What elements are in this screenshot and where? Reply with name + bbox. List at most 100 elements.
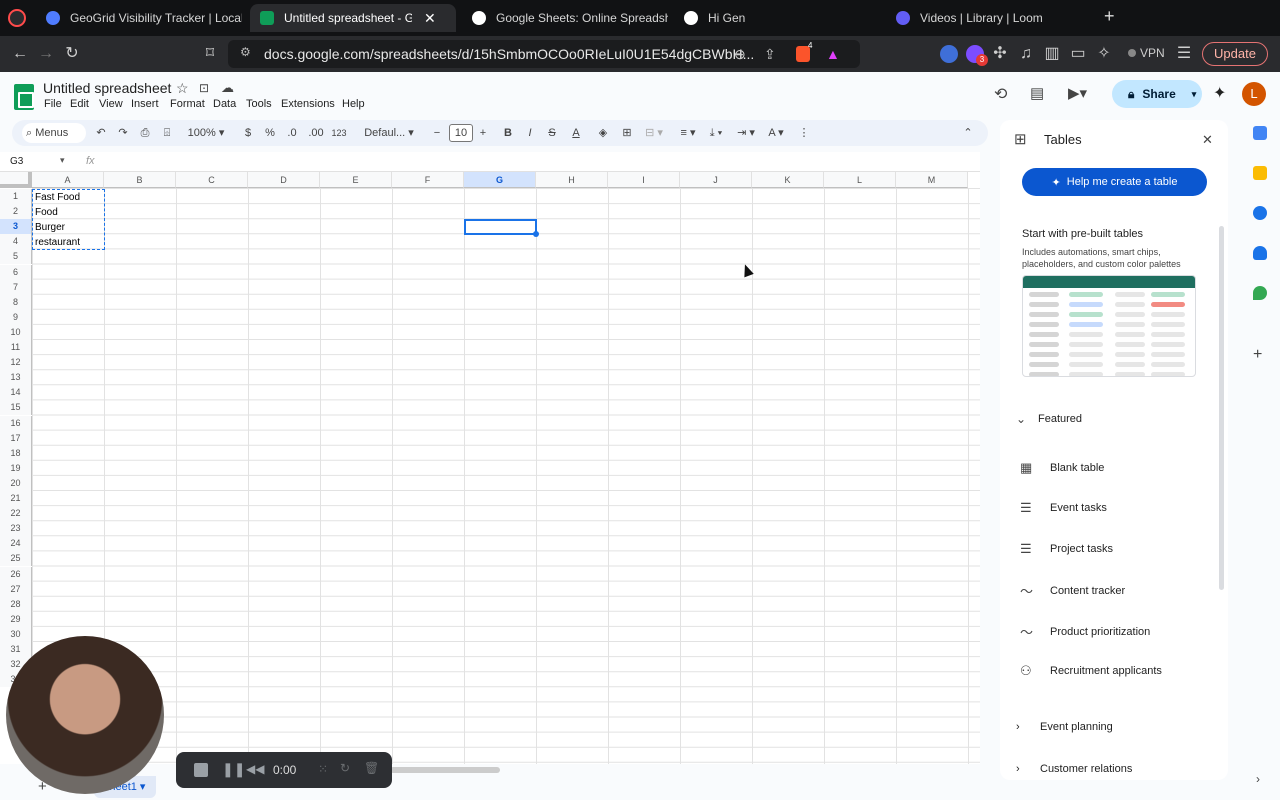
featured-chevron-icon[interactable]: ⌄ — [1016, 412, 1026, 426]
menu-edit[interactable]: Edit — [70, 98, 89, 110]
puzzle-extensions-icon[interactable]: ✣ — [990, 44, 1010, 64]
gemini-icon[interactable]: ✦ — [1213, 83, 1226, 103]
menu-file[interactable]: File — [44, 98, 62, 110]
percent-format-button[interactable]: % — [264, 120, 276, 146]
brave-rewards-icon[interactable]: ▲ — [826, 46, 840, 62]
column-header-m[interactable]: M — [896, 172, 968, 188]
reload-icon[interactable]: ↻ — [62, 44, 82, 64]
help-create-table-button[interactable]: ✦ Help me create a table — [1022, 168, 1207, 196]
menu-view[interactable]: View — [99, 98, 123, 110]
zoom-icon[interactable]: ⊖ — [734, 46, 746, 63]
column-header-c[interactable]: C — [176, 172, 248, 188]
formula-input[interactable] — [104, 155, 964, 169]
row-header-14[interactable]: 14 — [0, 385, 32, 401]
drawing-icon[interactable]: ⁙ — [318, 762, 328, 776]
back-icon[interactable]: ← — [10, 44, 30, 64]
fill-color-icon[interactable]: ◈ — [596, 120, 610, 146]
font-size-increase-icon[interactable]: + — [476, 120, 490, 146]
template-recruitment-applicants[interactable]: ⚇ Recruitment applicants — [1020, 663, 1162, 679]
featured-heading[interactable]: Featured — [1038, 413, 1082, 425]
text-rotation-icon[interactable]: A ▾ — [764, 120, 788, 146]
paint-format-icon[interactable]: ⌹ — [160, 120, 174, 146]
address-bar[interactable]: ⚙ docs.google.com/spreadsheets/d/15hSmbm… — [228, 40, 860, 68]
column-header-d[interactable]: D — [248, 172, 320, 188]
font-size-decrease-icon[interactable]: − — [430, 120, 444, 146]
browser-tab-loom[interactable]: Videos | Library | Loom — [886, 4, 1092, 32]
panel-scrollbar[interactable] — [1219, 226, 1224, 590]
decrease-decimal-button[interactable]: .0 — [284, 120, 300, 146]
column-header-k[interactable]: K — [752, 172, 824, 188]
sheets-logo-icon[interactable] — [14, 84, 34, 110]
column-header-f[interactable]: F — [392, 172, 464, 188]
wallet-icon[interactable]: ▭ — [1068, 44, 1088, 64]
cloud-saved-icon[interactable]: ☁ — [221, 80, 234, 96]
search-menus[interactable]: ⌕ Menus — [22, 123, 86, 143]
vpn-button[interactable]: VPN — [1128, 46, 1165, 60]
print-icon[interactable]: ⎙ — [138, 120, 152, 146]
redo-icon[interactable]: ↷ — [116, 120, 130, 146]
more-options-icon[interactable]: ⋮ — [798, 120, 810, 146]
menu-insert[interactable]: Insert — [131, 98, 159, 110]
horizontal-scrollbar[interactable] — [390, 767, 500, 773]
font-select[interactable]: Defaul... ▾ — [360, 120, 418, 146]
menu-format[interactable]: Format — [170, 98, 205, 110]
column-header-e[interactable]: E — [320, 172, 392, 188]
column-header-g[interactable]: G — [464, 172, 536, 188]
event-planning-section[interactable]: › Event planning — [1016, 721, 1113, 733]
row-header-5[interactable]: 5 — [0, 249, 32, 265]
add-addon-icon[interactable]: + — [1253, 346, 1262, 364]
contacts-icon[interactable] — [1253, 246, 1267, 260]
pause-icon[interactable]: ❚❚ — [222, 761, 245, 778]
leo-ai-icon[interactable]: ✧ — [1094, 44, 1114, 64]
row-header-16[interactable]: 16 — [0, 415, 32, 431]
row-header-2[interactable]: 2 — [0, 204, 32, 220]
row-header-17[interactable]: 17 — [0, 430, 32, 446]
menu-lines-icon[interactable]: ☰ — [1174, 44, 1194, 64]
row-header-3[interactable]: 3 — [0, 219, 32, 235]
column-header-a[interactable]: A — [32, 172, 104, 188]
close-panel-icon[interactable]: ✕ — [1202, 132, 1213, 148]
template-blank-table[interactable]: ▦ Blank table — [1020, 460, 1104, 476]
menu-tools[interactable]: Tools — [246, 98, 272, 110]
template-event-tasks[interactable]: ☰ Event tasks — [1020, 500, 1107, 516]
move-folder-icon[interactable]: ⊡ — [199, 81, 209, 95]
row-header-19[interactable]: 19 — [0, 460, 32, 476]
meet-icon[interactable]: ▶▾ — [1068, 84, 1087, 102]
merge-cells-icon[interactable]: ⊟ ▾ — [642, 120, 666, 146]
row-header-31[interactable]: 31 — [0, 642, 32, 657]
bookmark-icon[interactable]: ⌑ — [200, 44, 220, 64]
menu-help[interactable]: Help — [342, 98, 365, 110]
row-header-20[interactable]: 20 — [0, 475, 32, 491]
collapse-toolbar-icon[interactable]: ⌃ — [962, 120, 974, 146]
row-header-12[interactable]: 12 — [0, 355, 32, 371]
table-template-preview[interactable] — [1022, 275, 1196, 377]
maps-icon[interactable] — [1253, 286, 1267, 300]
document-title[interactable]: Untitled spreadsheet — [43, 80, 171, 96]
browser-tab-hi-gen[interactable]: Hi Gen — [674, 4, 880, 32]
share-page-icon[interactable]: ⇪ — [764, 46, 776, 63]
borders-icon[interactable]: ⊞ — [620, 120, 634, 146]
row-header-10[interactable]: 10 — [0, 324, 32, 340]
row-header-7[interactable]: 7 — [0, 279, 32, 295]
strikethrough-icon[interactable]: S — [546, 120, 558, 146]
update-button[interactable]: Update — [1202, 42, 1268, 66]
expand-rail-icon[interactable]: › — [1256, 772, 1260, 786]
column-header-b[interactable]: B — [104, 172, 176, 188]
new-tab-button[interactable]: + — [1104, 6, 1115, 27]
template-project-tasks[interactable]: ☰ Project tasks — [1020, 541, 1113, 557]
name-box-dropdown-icon[interactable]: ▾ — [60, 155, 65, 166]
site-settings-icon[interactable]: ⚙ — [240, 45, 251, 59]
row-header-25[interactable]: 25 — [0, 551, 32, 567]
column-header-i[interactable]: I — [608, 172, 680, 188]
column-header-h[interactable]: H — [536, 172, 608, 188]
row-header-30[interactable]: 30 — [0, 626, 32, 642]
password-manager-icon[interactable] — [940, 45, 958, 63]
browser-tab-spreadsheet[interactable]: Untitled spreadsheet - Go ✕ — [250, 4, 456, 32]
row-header-11[interactable]: 11 — [0, 340, 32, 355]
bold-icon[interactable]: B — [502, 120, 514, 146]
row-header-6[interactable]: 6 — [0, 264, 32, 280]
menu-extensions[interactable]: Extensions — [281, 98, 335, 110]
version-history-icon[interactable]: ⟲ — [994, 84, 1007, 104]
stop-icon[interactable] — [194, 763, 208, 777]
row-header-28[interactable]: 28 — [0, 596, 32, 612]
